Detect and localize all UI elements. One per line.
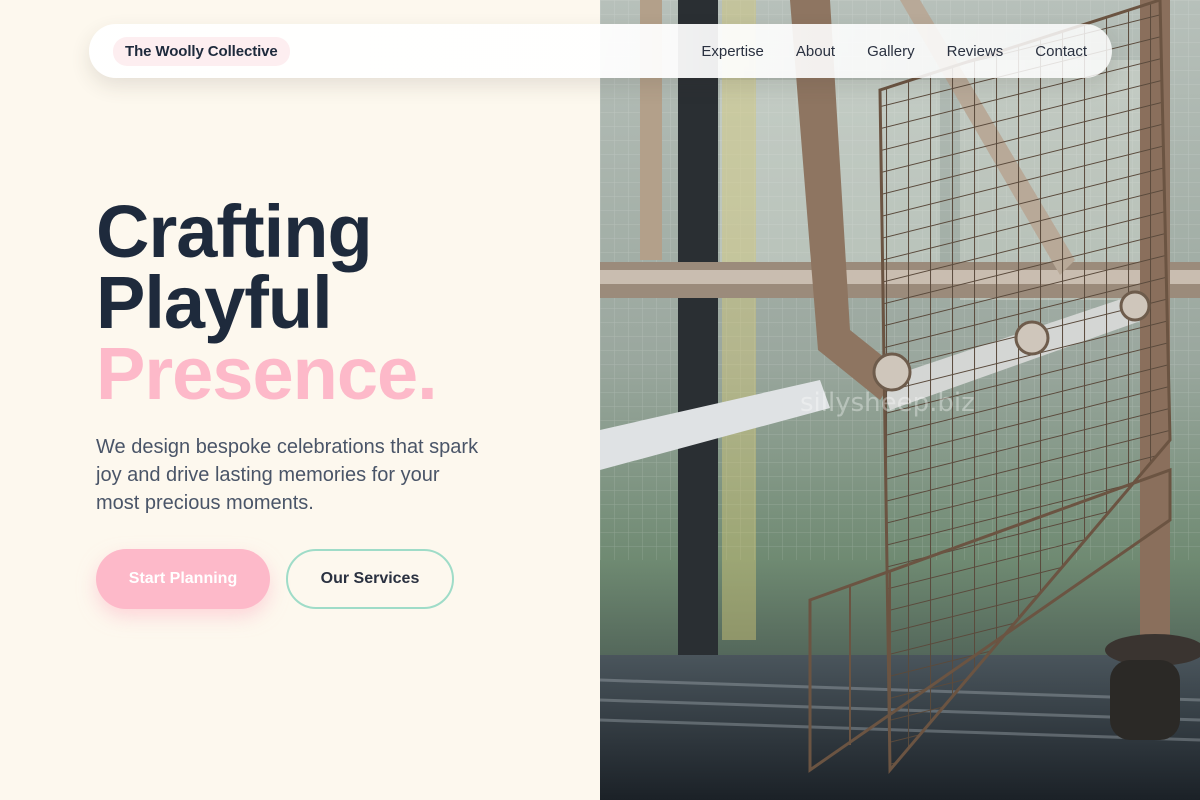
hero-ctas: Start Planning Our Services: [96, 549, 576, 609]
headline-accent: Presence.: [96, 332, 438, 415]
nav-link-contact[interactable]: Contact: [1035, 43, 1087, 60]
nav-links: Expertise About Gallery Reviews Contact: [701, 43, 1087, 60]
start-planning-button[interactable]: Start Planning: [96, 549, 270, 609]
hero-headline: Crafting Playful Presence.: [96, 190, 576, 415]
nav-link-reviews[interactable]: Reviews: [947, 43, 1004, 60]
headline-line-2: Playful: [96, 261, 333, 344]
top-navbar: The Woolly Collective Expertise About Ga…: [89, 24, 1112, 78]
nav-link-gallery[interactable]: Gallery: [867, 43, 915, 60]
headline-line-1: Crafting: [96, 190, 373, 273]
hero-subtext: We design bespoke celebrations that spar…: [96, 436, 479, 514]
hero-image: [600, 0, 1200, 800]
our-services-button[interactable]: Our Services: [286, 549, 454, 609]
nav-link-about[interactable]: About: [796, 43, 835, 60]
wire-mesh-cart-photo: [600, 0, 1200, 800]
nav-link-expertise[interactable]: Expertise: [701, 43, 764, 60]
brand-logo[interactable]: The Woolly Collective: [113, 36, 290, 66]
hero-content: Crafting Playful Presence. We design bes…: [96, 190, 576, 609]
